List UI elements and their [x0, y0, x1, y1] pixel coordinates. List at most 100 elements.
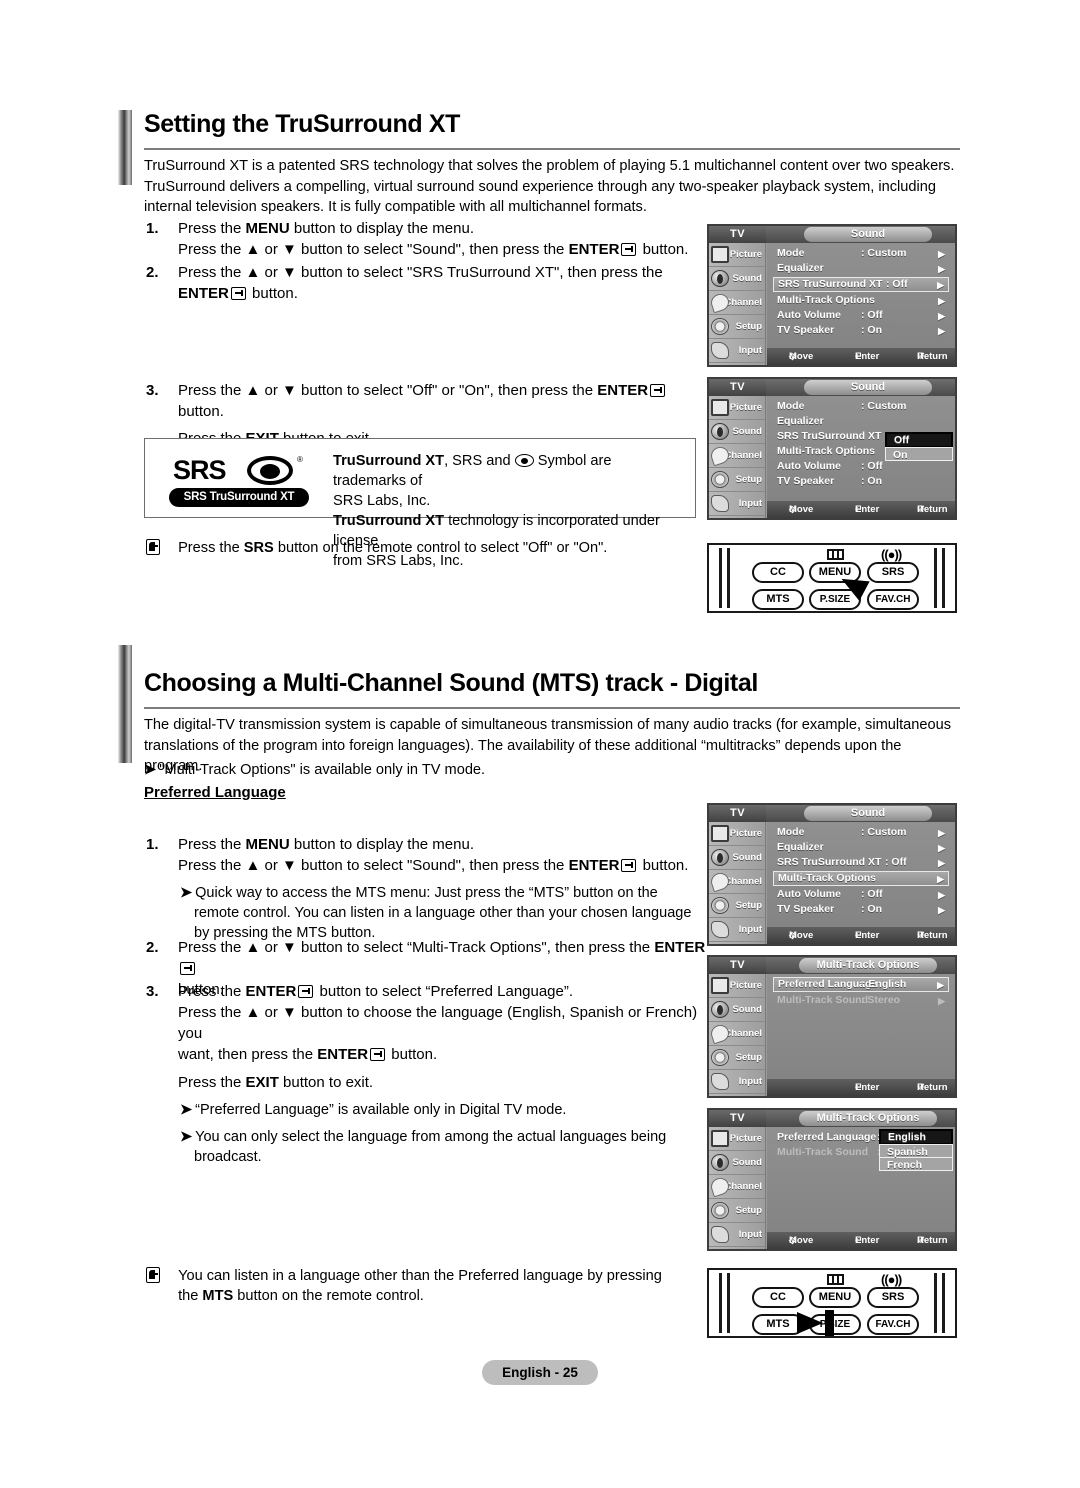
srs-value-dropdown[interactable]: Off On	[885, 432, 953, 461]
dropdown-option[interactable]: Spanish	[879, 1144, 953, 1158]
picture-icon	[711, 1130, 729, 1147]
sidebar-item-channel[interactable]: Channel	[708, 444, 765, 468]
satellite-dish-icon	[708, 870, 732, 893]
srs-ring-icon	[247, 456, 293, 485]
sidebar-item-setup[interactable]: Setup	[709, 1199, 765, 1223]
chevron-right-icon: ▶	[938, 249, 945, 259]
enter-icon	[370, 1048, 386, 1061]
section1-heading: Setting the TruSurround XT	[144, 110, 460, 138]
enter-keyword: ENTER	[568, 241, 620, 258]
osd-row[interactable]: Mode: Custom	[773, 400, 949, 414]
sidebar-item-picture[interactable]: Picture	[709, 822, 765, 846]
remote-edge	[942, 1273, 945, 1333]
dropdown-option[interactable]: On	[885, 447, 953, 461]
osd-row[interactable]: TV Speaker: On ▶	[773, 903, 949, 917]
step-number: 1.	[146, 220, 159, 237]
osd-pane: Preferred Language: Multi-Track Sound: E…	[767, 1127, 955, 1232]
osd-row[interactable]: SRS TruSurround XT: Off ▶	[773, 856, 949, 870]
remote-button-favch[interactable]: FAV.CH	[867, 1314, 919, 1335]
sidebar-item-channel[interactable]: Channel	[708, 291, 765, 315]
osd-row-selected[interactable]: Multi-Track Options ▶	[773, 871, 949, 886]
osd-row[interactable]: TV Speaker: On	[773, 475, 949, 489]
input-plug-icon	[711, 1226, 729, 1243]
sidebar-item-picture[interactable]: Picture	[709, 974, 765, 998]
step-line: Press the MENU button to display the men…	[178, 836, 474, 853]
osd-row[interactable]: Auto Volume: Off ▶	[773, 309, 949, 323]
sidebar-item-input[interactable]: Input	[709, 1223, 765, 1247]
dropdown-option[interactable]: French	[879, 1157, 953, 1171]
enter-keyword: ENTER	[245, 983, 297, 1000]
osd-row[interactable]: Multi-Track Options ▶	[773, 294, 949, 308]
osd-footer: ◇ Move ↵ Enter ↺ Return	[767, 927, 955, 944]
osd-row[interactable]: Mode: Custom ▶	[773, 247, 949, 261]
osd-row[interactable]: Auto Volume: Off	[773, 460, 949, 474]
sidebar-item-channel[interactable]: Channel	[708, 1175, 765, 1199]
sidebar-item-picture[interactable]: Picture	[709, 1127, 765, 1151]
sidebar-item-picture[interactable]: Picture	[709, 396, 765, 420]
page-footer-label: English - 25	[482, 1360, 598, 1385]
sidebar-item-input[interactable]: Input	[709, 492, 765, 516]
section-accent-bar	[118, 110, 132, 185]
sidebar-item-input[interactable]: Input	[709, 339, 765, 363]
srs-pill-label: SRS TruSurround XT	[169, 488, 309, 507]
remote-button-srs[interactable]: SRS	[867, 562, 919, 583]
osd-tv-label: TV	[709, 379, 766, 396]
sidebar-item-channel[interactable]: Channel	[708, 870, 765, 894]
chevron-right-icon: ▶	[938, 858, 945, 868]
sidebar-item-sound[interactable]: Sound	[709, 1151, 765, 1175]
remote-button-menu[interactable]: MENU	[809, 1287, 861, 1308]
dropdown-option-selected[interactable]: English	[879, 1129, 953, 1145]
enter-icon	[230, 287, 246, 300]
preferred-language-dropdown[interactable]: English Spanish French	[879, 1129, 953, 1171]
sidebar-item-setup[interactable]: Setup	[709, 894, 765, 918]
satellite-dish-icon	[708, 444, 732, 467]
osd-title: Sound	[804, 380, 932, 395]
osd-row-selected[interactable]: Preferred Language: English ▶	[773, 977, 949, 992]
sidebar-item-input[interactable]: Input	[709, 918, 765, 942]
osd-row[interactable]: Auto Volume: Off ▶	[773, 888, 949, 902]
osd-row[interactable]: Mode: Custom ▶	[773, 826, 949, 840]
remote-button-cc[interactable]: CC	[752, 562, 804, 583]
osd-title: Multi-Track Options	[799, 1111, 937, 1126]
osd-footer: ◇ Move ↵ Enter ↺ Return	[767, 1232, 955, 1249]
menu-keyword: MENU	[245, 836, 290, 853]
remote-button-cc[interactable]: CC	[752, 1287, 804, 1308]
step-line: Press the ▲ or ▼ button to select “Multi…	[178, 937, 706, 979]
sidebar-item-sound[interactable]: Sound	[709, 846, 765, 870]
osd-row[interactable]: Equalizer ▶	[773, 841, 949, 855]
osd-row[interactable]: TV Speaker: On ▶	[773, 324, 949, 338]
sidebar-item-sound[interactable]: Sound	[709, 998, 765, 1022]
arrow-bullet-icon: ➤	[144, 762, 157, 778]
step3-tip-1: ➤ “Preferred Language” is available only …	[180, 1102, 567, 1118]
sidebar-item-setup[interactable]: Setup	[709, 1046, 765, 1070]
sidebar-item-setup[interactable]: Setup	[709, 468, 765, 492]
sidebar-item-channel[interactable]: Channel	[708, 1022, 765, 1046]
osd-row[interactable]: Equalizer	[773, 415, 949, 429]
chevron-right-icon: ▶	[938, 310, 945, 321]
section1-note: Press the SRS button on the remote contr…	[146, 538, 706, 558]
sidebar-item-sound[interactable]: Sound	[709, 267, 765, 291]
remote-button-favch[interactable]: FAV.CH	[867, 589, 919, 610]
gear-icon	[711, 1049, 729, 1066]
osd-sound-menu-1: TV Sound Picture Sound Channel Setup Inp…	[707, 224, 957, 367]
chevron-right-icon: ▶	[938, 295, 945, 306]
remote-button-mts[interactable]: MTS	[752, 589, 804, 610]
dropdown-option-selected[interactable]: Off	[885, 432, 953, 448]
sidebar-item-picture[interactable]: Picture	[709, 243, 765, 267]
sidebar-item-input[interactable]: Input	[709, 1070, 765, 1094]
sidebar-item-sound[interactable]: Sound	[709, 420, 765, 444]
osd-row[interactable]: Equalizer ▶	[773, 262, 949, 276]
menu-keyword: MENU	[245, 220, 290, 237]
section2-step-3: 3. Press the ENTER button to select “Pre…	[146, 981, 706, 1167]
osd-pane: Preferred Language: English ▶ Multi-Track…	[767, 974, 955, 1079]
sidebar-item-setup[interactable]: Setup	[709, 315, 765, 339]
osd-title: Sound	[804, 806, 932, 821]
osd-row-selected[interactable]: SRS TruSurround XT: Off ▶	[773, 277, 949, 292]
chevron-right-icon: ▶	[937, 280, 944, 290]
enter-icon	[621, 243, 637, 256]
input-plug-icon	[711, 342, 729, 359]
remote-button-srs[interactable]: SRS	[867, 1287, 919, 1308]
osd-footer: ◇ Move ↵ Enter ↺ Return	[767, 348, 955, 365]
srs-wordmark: SRS	[173, 455, 227, 485]
step-number: 3.	[146, 382, 159, 399]
